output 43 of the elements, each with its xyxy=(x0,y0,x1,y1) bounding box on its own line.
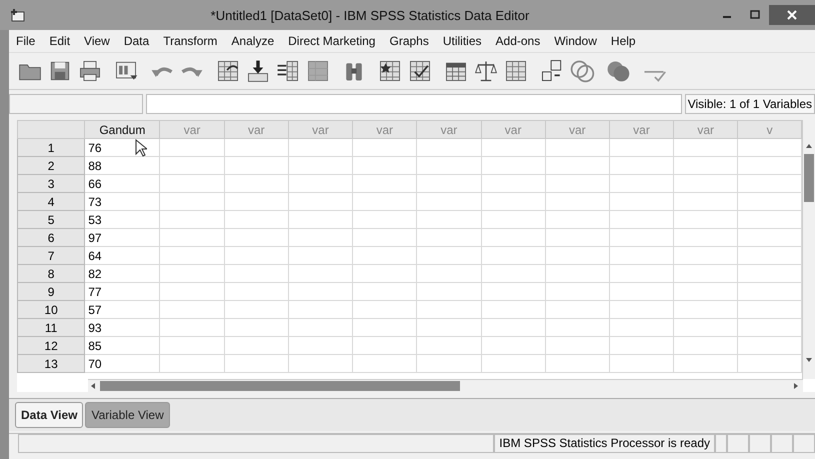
row-number[interactable]: 5 xyxy=(18,210,85,228)
row-number[interactable]: 13 xyxy=(18,354,85,372)
menu-item[interactable]: Direct Marketing xyxy=(281,34,382,48)
column-header[interactable]: Gandum xyxy=(84,120,160,138)
row-number[interactable]: 2 xyxy=(18,156,85,174)
menu-item[interactable]: Edit xyxy=(42,34,78,48)
table-cell: 88 xyxy=(84,156,160,174)
row-number[interactable]: 4 xyxy=(18,192,85,210)
menu-item[interactable]: Transform xyxy=(156,34,224,48)
table-cell: 77 xyxy=(84,282,160,300)
menu-item[interactable]: View xyxy=(77,34,117,48)
menu-item[interactable]: Window xyxy=(547,34,604,48)
row-number[interactable]: 11 xyxy=(18,318,85,336)
table-cell: 73 xyxy=(84,192,160,210)
row-number[interactable]: 7 xyxy=(18,246,85,264)
row-number[interactable]: 10 xyxy=(18,300,85,318)
table-cell: 85 xyxy=(84,336,160,354)
table-cell: 82 xyxy=(84,264,160,282)
table-cell: 97 xyxy=(84,228,160,246)
row-number[interactable]: 12 xyxy=(18,336,85,354)
table-cell: 70 xyxy=(84,354,160,372)
status-message: IBM SPSS Statistics Processor is ready xyxy=(494,434,715,453)
table-cell: 57 xyxy=(84,300,160,318)
table-cell: 64 xyxy=(84,246,160,264)
menu-item[interactable]: Analyze xyxy=(224,34,282,48)
menu-item[interactable]: Help xyxy=(604,34,643,48)
menu-item[interactable]: Utilities xyxy=(436,34,489,48)
row-number[interactable]: 9 xyxy=(18,282,85,300)
view-tab[interactable]: Data View xyxy=(15,402,84,428)
row-number[interactable]: 1 xyxy=(18,138,85,156)
window-title: *Untitled1 [DataSet0] - IBM SPSS Statistics Data Editor xyxy=(210,8,530,22)
menu-item[interactable]: Data xyxy=(116,34,156,48)
visible-variables-label: Visible: 1 of 1 Variables xyxy=(684,94,815,114)
table-cell: 93 xyxy=(84,318,160,336)
table-cell: 66 xyxy=(84,174,160,192)
row-number[interactable]: 6 xyxy=(18,228,85,246)
menu-item[interactable]: Graphs xyxy=(382,34,436,48)
table-cell: 53 xyxy=(84,210,160,228)
menu-item[interactable]: Add-ons xyxy=(488,34,548,48)
view-tab[interactable]: Variable View xyxy=(85,402,170,428)
menu-item[interactable]: File xyxy=(9,34,42,48)
row-number[interactable]: 3 xyxy=(18,174,85,192)
row-number[interactable]: 8 xyxy=(18,264,85,282)
